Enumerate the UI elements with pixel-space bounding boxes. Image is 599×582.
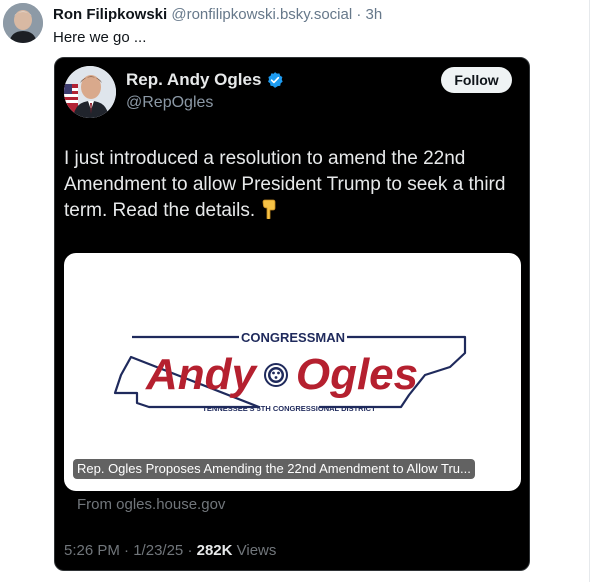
embed-author-name-row: Rep. Andy Ogles — [126, 70, 284, 90]
verified-icon — [266, 71, 284, 89]
author-handle[interactable]: @ronfilipkowski.bsky.social — [171, 6, 352, 23]
embed-time[interactable]: 5:26 PM — [64, 542, 120, 559]
avatar[interactable] — [3, 3, 43, 43]
footer-separator: · — [187, 542, 193, 559]
embed-author-name[interactable]: Rep. Andy Ogles — [126, 70, 261, 90]
avatar-photo — [3, 3, 43, 43]
link-card[interactable]: CONGRESSMAN Andy Ogles TENNESSEE'S 5TH C… — [64, 253, 521, 491]
author-name[interactable]: Ron Filipkowski — [53, 6, 167, 23]
footer-separator: · — [124, 542, 130, 559]
post-time[interactable]: 3h — [366, 6, 383, 23]
card-source[interactable]: From ogles.house.gov — [77, 496, 225, 513]
logo-bottom-text: TENNESSEE'S 5TH CONGRESSIONAL DISTRICT — [202, 404, 376, 413]
embed-author-handle[interactable]: @RepOgles — [126, 94, 213, 112]
views-label: Views — [236, 542, 277, 559]
tennessee-stars-icon — [264, 363, 288, 387]
column-divider — [589, 0, 590, 582]
embed-text: I just introduced a resolution to amend … — [64, 148, 506, 221]
logo-top-text: CONGRESSMAN — [241, 330, 345, 345]
separator: · — [356, 6, 362, 23]
card-caption[interactable]: Rep. Ogles Proposes Amending the 22nd Am… — [73, 459, 475, 479]
post-text: Here we go ... — [53, 29, 147, 46]
embed-avatar[interactable] — [64, 66, 116, 118]
follow-button[interactable]: Follow — [441, 67, 512, 93]
embedded-tweet[interactable]: Rep. Andy Ogles @RepOgles Follow I just … — [54, 57, 530, 571]
embed-date[interactable]: 1/23/25 — [133, 542, 183, 559]
views-count: 282K — [196, 542, 233, 559]
congressman-logo: CONGRESSMAN Andy Ogles TENNESSEE'S 5TH C… — [113, 330, 467, 413]
logo-last-name: Ogles — [296, 350, 418, 399]
post-header: Ron Filipkowski @ronfilipkowski.bsky.soc… — [53, 6, 382, 23]
pointing-down-icon — [260, 199, 278, 220]
embed-avatar-photo — [64, 66, 116, 118]
logo-first-name: Andy — [145, 350, 259, 399]
embed-text-block: I just introduced a resolution to amend … — [64, 146, 514, 224]
embed-footer: 5:26 PM · 1/23/25 · 282K Views — [64, 542, 276, 559]
